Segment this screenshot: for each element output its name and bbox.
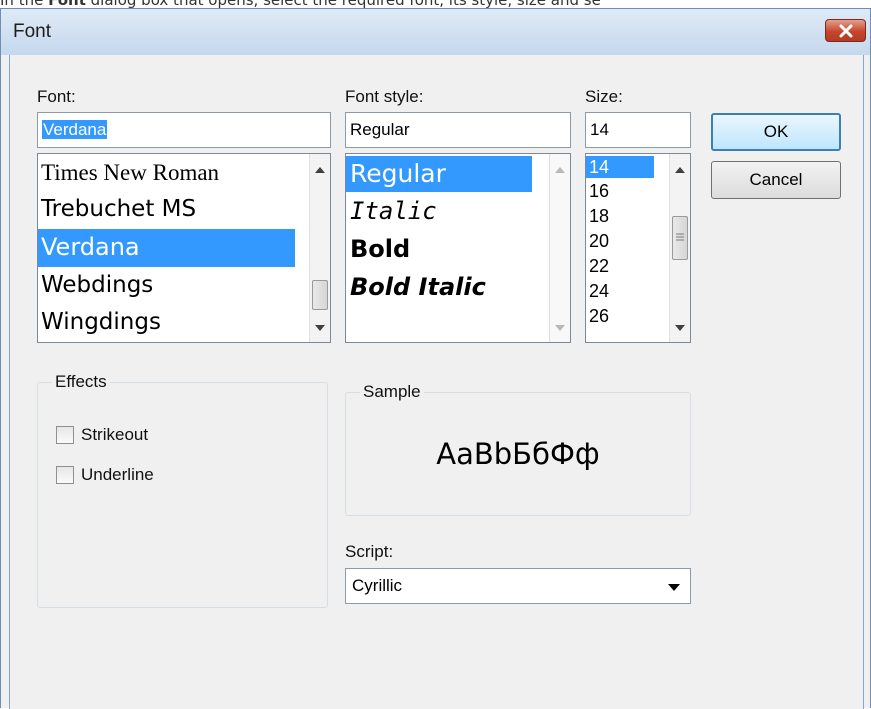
script-label: Script: [345,542,394,561]
size-list-item[interactable]: 26 [586,305,654,327]
style-list-item-selected[interactable]: Regular [346,156,532,192]
effects-group-title: Effects [52,372,110,392]
instruction-caption: In the Font dialog box that opens, selec… [0,0,871,8]
size-list[interactable]: 14 16 18 20 22 24 26 [585,153,691,343]
size-list-item[interactable]: 18 [586,205,654,227]
style-list-item[interactable]: Italic [346,193,532,229]
size-list-item-selected[interactable]: 14 [586,156,654,178]
dialog-titlebar: Font [1,9,870,55]
strikeout-label: Strikeout [81,425,149,444]
font-dialog: Font Font: Verdana Times New Roman Trebu… [0,8,871,709]
font-list-item[interactable]: Wingdings [38,305,295,341]
style-list-item[interactable]: Bold [346,231,532,267]
strikeout-checkbox-box[interactable] [56,426,74,444]
close-x-icon [839,24,852,37]
font-name-input-value: Verdana [42,120,108,139]
ok-button[interactable]: OK [711,113,841,151]
size-list-item[interactable]: 24 [586,280,654,302]
scroll-up-button[interactable] [670,160,690,180]
dialog-client-area: Font: Verdana Times New Roman Trebuchet … [9,55,864,709]
underline-checkbox[interactable]: Underline [56,465,154,485]
sample-group-title: Sample [360,382,424,402]
caption-bold-text: Font [48,0,86,8]
size-list-item[interactable]: 22 [586,255,654,277]
font-name-list[interactable]: Times New Roman Trebuchet MS Verdana Web… [37,153,331,343]
dialog-title: Font [13,21,52,42]
close-button[interactable] [825,19,866,42]
scroll-down-button[interactable] [310,318,330,338]
scroll-down-arrow-icon [555,325,565,331]
font-list-item[interactable]: Trebuchet MS [38,192,295,228]
scroll-up-button[interactable] [310,160,330,180]
scroll-grip-icon [676,233,684,241]
scroll-down-arrow-icon [675,325,685,331]
sample-preview-text: AaBbБбФф [436,437,600,471]
style-list-item[interactable]: Bold Italic [346,269,532,305]
underline-checkbox-box[interactable] [56,466,74,484]
scroll-thumb[interactable] [312,280,328,310]
font-list-scrollbar[interactable] [309,154,330,342]
scroll-up-arrow-icon [555,167,565,173]
scroll-down-arrow-icon [315,325,325,331]
style-list-scrollbar[interactable] [549,154,570,342]
underline-label: Underline [81,465,154,484]
font-name-input[interactable]: Verdana [37,112,331,148]
scroll-down-button[interactable] [670,318,690,338]
size-list-item[interactable]: 20 [586,230,654,252]
font-list-item-selected[interactable]: Verdana [38,229,295,267]
chevron-down-icon[interactable] [668,584,680,591]
cancel-button[interactable]: Cancel [711,161,841,199]
font-style-list[interactable]: Regular Italic Bold Bold Italic [345,153,571,343]
script-dropdown[interactable]: Cyrillic [345,568,691,604]
size-input[interactable]: 14 [585,112,691,148]
scroll-thumb[interactable] [672,216,688,260]
font-style-input[interactable]: Regular [345,112,571,148]
caption-text-before: In the [0,0,48,8]
size-list-item[interactable]: 16 [586,180,654,202]
scroll-up-arrow-icon [675,167,685,173]
caption-text-after: dialog box that opens, select the requir… [86,0,601,8]
sample-group: Sample AaBbБбФф [345,382,691,516]
font-list-item[interactable]: Webdings [38,268,295,304]
size-list-scrollbar[interactable] [669,154,690,342]
strikeout-checkbox[interactable]: Strikeout [56,425,148,445]
effects-group: Effects Strikeout Underline [37,372,328,608]
size-label: Size: [585,87,623,106]
script-dropdown-value: Cyrillic [352,576,403,595]
font-style-label: Font style: [345,87,424,106]
scroll-up-button[interactable] [550,160,570,180]
scroll-up-arrow-icon [315,167,325,173]
font-list-item[interactable]: Times New Roman [38,156,295,192]
font-label: Font: [37,87,76,106]
scroll-down-button[interactable] [550,318,570,338]
